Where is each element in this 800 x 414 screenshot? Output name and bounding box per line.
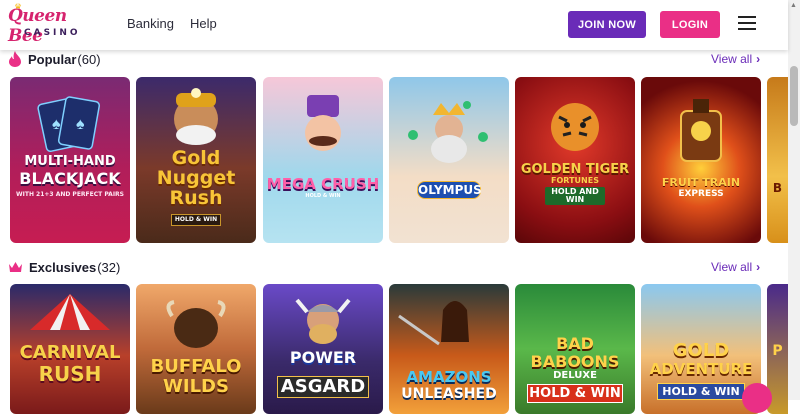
game-title: FORTUNES	[551, 176, 599, 185]
view-all-label: View all	[711, 52, 753, 66]
game-subtitle: DELUXE	[553, 370, 597, 381]
chevron-right-icon: ›	[756, 260, 761, 274]
game-title: ASGARD	[277, 376, 369, 398]
game-title: CARNIVAL	[19, 342, 121, 363]
game-title: HOLD & WIN	[527, 384, 623, 403]
game-subtitle: WITH 21+3 AND PERFECT PAIRS	[16, 191, 124, 198]
game-title: OLYMPUS	[417, 181, 482, 199]
section-title: Exclusives	[29, 259, 97, 275]
game-tile-gold-nugget-rush[interactable]: Gold Nugget Rush HOLD & WIN	[136, 77, 256, 243]
game-subtitle: HOLD AND WIN	[545, 187, 605, 205]
game-tile-carnival-rush[interactable]: CARNIVAL RUSH	[10, 284, 130, 414]
chef-character-icon	[305, 95, 341, 151]
game-tile-amazons-unleashed[interactable]: AMAZONS UNLEASHED	[389, 284, 509, 414]
login-button[interactable]: LOGIN	[660, 11, 720, 38]
game-tile-ways-of-olympus[interactable]: OLYMPUS	[389, 77, 509, 243]
flame-icon	[9, 51, 21, 67]
game-tile-power-of-asgard[interactable]: POWER ASGARD	[263, 284, 383, 414]
site-header: ♛ Queen Bee CASINO Banking Help JOIN NOW…	[0, 0, 788, 50]
section-count: (32)	[97, 259, 121, 275]
game-title: BUFFALO	[150, 356, 242, 377]
game-title: AMAZONS	[406, 368, 492, 386]
game-title: Rush	[169, 187, 223, 209]
svg-text:♠: ♠	[76, 116, 85, 133]
game-subtitle: HOLD & WIN	[305, 193, 341, 199]
game-title: FRUIT TRAIN	[661, 176, 741, 189]
game-title: HOLD & WIN	[657, 383, 745, 400]
view-all-label: View all	[711, 260, 753, 274]
logo-text-top: Queen Bee	[8, 6, 67, 46]
game-subtitle: HOLD & WIN	[171, 214, 221, 226]
game-title: Gold	[171, 147, 221, 169]
game-tile-fruit-train-express[interactable]: FRUIT TRAIN EXPRESS	[641, 77, 761, 243]
game-title: EXPRESS	[678, 189, 724, 199]
section-count: (60)	[77, 51, 101, 67]
queen-bee-logo[interactable]: ♛ Queen Bee CASINO	[8, 2, 88, 46]
tiger-icon	[551, 103, 599, 151]
game-tile-multi-hand-blackjack[interactable]: ♠ ♠ MULTI-HAND BLACKJACK WITH 21+3 AND PE…	[10, 77, 130, 243]
hamburger-menu-icon[interactable]	[738, 15, 756, 31]
game-title: ADVENTURE	[649, 360, 753, 378]
game-title: WILDS	[163, 376, 229, 397]
page-scrollbar[interactable]	[788, 0, 800, 400]
game-title: BLACKJACK	[19, 169, 121, 188]
exclusives-view-all-link[interactable]: View all ›	[711, 260, 760, 274]
game-tile-buffalo-wilds[interactable]: BUFFALO WILDS	[136, 284, 256, 414]
chat-bubble-icon[interactable]	[742, 383, 772, 413]
scroll-up-arrow-icon[interactable]: ▲	[790, 2, 797, 9]
exclusives-section-header: Exclusives (32)	[8, 258, 120, 276]
game-title: BAD	[556, 334, 594, 353]
popular-section-header: Popular (60)	[8, 50, 101, 68]
game-tile-partial[interactable]: B	[767, 77, 788, 243]
game-title: RUSH	[38, 362, 102, 386]
amazon-warrior-icon	[398, 301, 469, 346]
game-title: POWER	[289, 348, 357, 367]
svg-text:♠: ♠	[52, 116, 61, 133]
chevron-right-icon: ›	[756, 52, 761, 66]
game-title: MULTI-HAND	[24, 154, 116, 169]
viking-icon	[295, 298, 351, 344]
game-title: Nugget	[156, 167, 236, 189]
game-title: BABOONS	[530, 352, 620, 371]
section-title: Popular	[28, 51, 77, 67]
popular-view-all-link[interactable]: View all ›	[711, 52, 760, 66]
game-title: MEGA CRUSH	[266, 175, 380, 193]
crown-icon	[9, 262, 22, 272]
join-now-button[interactable]: JOIN NOW	[568, 11, 646, 38]
circus-tent-icon	[30, 294, 110, 330]
miner-character-icon	[174, 88, 218, 145]
zeus-character-icon	[408, 101, 488, 163]
train-icon	[680, 99, 722, 162]
game-title: GOLDEN TIGER	[520, 162, 630, 177]
game-tile-golden-tiger-fortunes[interactable]: GOLDEN TIGER FORTUNES HOLD AND WIN	[515, 77, 635, 243]
game-title: B	[772, 181, 783, 195]
scrollbar-thumb[interactable]	[790, 66, 798, 126]
game-title: UNLEASHED	[401, 386, 497, 402]
nav-help[interactable]: Help	[190, 16, 217, 31]
logo-text-bottom: CASINO	[24, 28, 81, 38]
buffalo-icon	[166, 300, 226, 348]
nav-banking[interactable]: Banking	[127, 16, 174, 31]
game-tile-mega-crush[interactable]: MEGA CRUSH HOLD & WIN	[263, 77, 383, 243]
game-title: GOLD	[672, 340, 730, 361]
game-tile-bad-baboons-deluxe[interactable]: BAD BABOONS DELUXE HOLD & WIN	[515, 284, 635, 414]
game-title: P	[772, 343, 783, 359]
